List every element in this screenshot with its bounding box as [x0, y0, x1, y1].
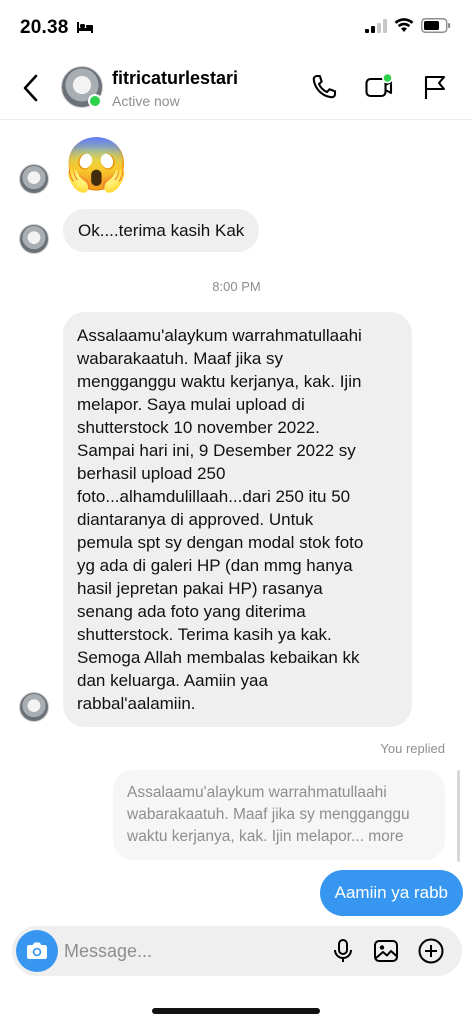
- sender-avatar[interactable]: [19, 164, 49, 194]
- message-composer: [12, 926, 462, 976]
- message-timestamp: 8:00 PM: [212, 279, 261, 294]
- camera-icon: [27, 942, 47, 959]
- status-bar: 20.38: [0, 0, 473, 56]
- phone-icon[interactable]: [309, 72, 339, 102]
- add-circle-icon[interactable]: [417, 937, 445, 965]
- back-chevron-icon[interactable]: [18, 72, 44, 104]
- battery-icon: [421, 18, 451, 33]
- emoji-message: 😱: [64, 136, 129, 194]
- wifi-icon: [394, 18, 414, 32]
- sender-avatar[interactable]: [19, 692, 49, 722]
- outgoing-message[interactable]: Aamiin ya rabb: [319, 870, 463, 916]
- bed-icon: [77, 22, 93, 33]
- sender-avatar[interactable]: [19, 224, 49, 254]
- video-icon[interactable]: [364, 72, 394, 102]
- incoming-message[interactable]: Assalaamu'alaykum warrahmatullaahi wabar…: [63, 312, 412, 727]
- status-time: 20.38: [20, 17, 69, 38]
- contact-status: Active now: [112, 93, 180, 109]
- gallery-icon[interactable]: [372, 937, 400, 965]
- home-indicator[interactable]: [152, 1008, 320, 1014]
- flag-icon[interactable]: [420, 72, 450, 102]
- reply-quote[interactable]: Assalaamu'alaykum warrahmatullaahi wabar…: [113, 770, 445, 860]
- online-indicator: [88, 94, 102, 108]
- incoming-message[interactable]: Ok....terima kasih Kak: [63, 209, 260, 252]
- message-input[interactable]: [64, 926, 314, 976]
- chat-header: fitricaturlestari Active now: [0, 56, 473, 120]
- reply-bar: [457, 770, 460, 862]
- contact-name[interactable]: fitricaturlestari: [112, 68, 238, 89]
- microphone-icon[interactable]: [329, 937, 357, 965]
- camera-button[interactable]: [16, 930, 58, 972]
- signal-icon: [365, 18, 387, 33]
- reply-label: You replied: [380, 741, 445, 756]
